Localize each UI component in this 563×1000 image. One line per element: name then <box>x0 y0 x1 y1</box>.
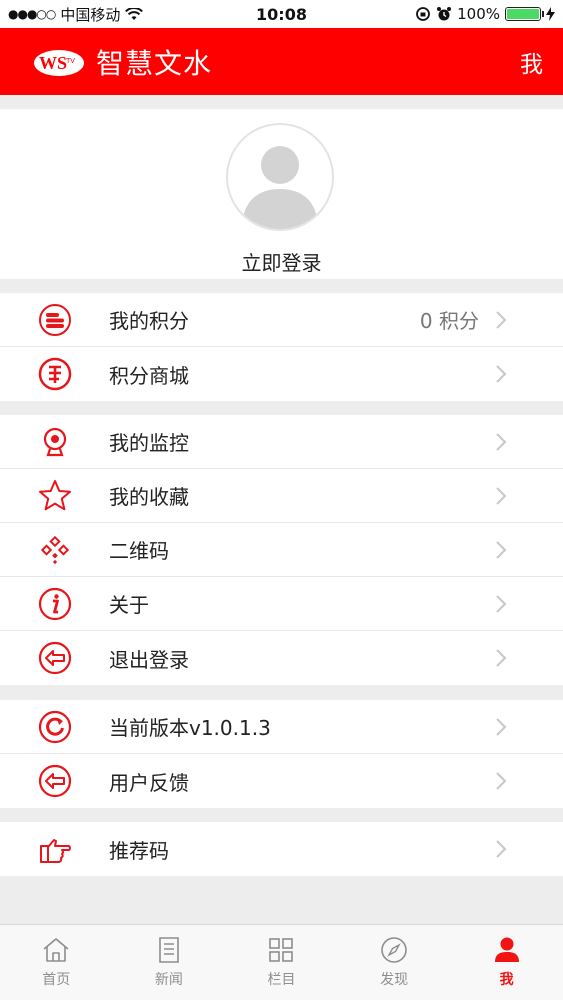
menu-item-label: 我的收藏 <box>109 485 189 509</box>
menu-item-current-version[interactable]: 当前版本v1.0.1.3 <box>0 700 563 754</box>
menu-item-label: 我的积分 <box>109 309 189 333</box>
grid-icon <box>269 938 294 962</box>
menu-item-my-favorites[interactable]: 我的收藏 <box>0 469 563 523</box>
feedback-icon <box>38 764 72 798</box>
menu-item-label: 退出登录 <box>109 647 189 672</box>
compass-icon <box>381 937 407 963</box>
rotation-lock-icon <box>416 7 431 21</box>
menu-item-about[interactable]: 关于 <box>0 577 563 631</box>
menu-item-referral-code[interactable]: 推荐码 <box>0 822 563 876</box>
svg-text:TV: TV <box>66 58 75 65</box>
qr-code-icon <box>40 535 70 564</box>
chevron-right-icon <box>496 717 507 736</box>
tab-label: 发现 <box>380 972 409 988</box>
chevron-right-icon <box>496 310 507 329</box>
points-mall-icon <box>38 357 72 391</box>
menu-item-qr-code[interactable]: 二维码 <box>0 523 563 577</box>
login-button[interactable]: 立即登录 <box>0 247 563 276</box>
status-bar: ●●●○○ 中国移动 10:08 100% <box>0 0 563 28</box>
webcam-icon <box>43 427 67 456</box>
chevron-right-icon <box>496 486 507 505</box>
status-right: 100% <box>415 5 555 23</box>
menu-item-my-points[interactable]: 我的积分 0 积分 <box>0 293 563 347</box>
menu-item-label: 用户反馈 <box>109 770 189 795</box>
status-left: ●●●○○ 中国移动 <box>8 4 144 25</box>
battery-percent: 100% <box>457 5 500 23</box>
chevron-right-icon <box>496 772 507 790</box>
carrier-label: 中国移动 <box>60 5 121 24</box>
charging-icon <box>546 7 555 21</box>
app-title: 智慧文水 <box>96 46 213 80</box>
menu-group-app: 当前版本v1.0.1.3 用户反馈 <box>0 700 563 808</box>
menu-item-label: 当前版本v1.0.1.3 <box>109 716 271 740</box>
refresh-icon <box>38 710 72 743</box>
avatar[interactable] <box>226 123 334 231</box>
chevron-right-icon <box>496 840 507 858</box>
points-value: 0 积分 <box>419 309 479 333</box>
header-me-label: 我 <box>520 51 543 78</box>
chevron-right-icon <box>496 365 507 383</box>
menu-item-label: 我的监控 <box>109 431 189 455</box>
menu-item-label: 二维码 <box>109 539 169 563</box>
bottom-tab-bar: 首页 新闻 栏目 发现 我 <box>0 924 563 1000</box>
chevron-right-icon <box>496 432 507 451</box>
home-icon <box>43 938 69 962</box>
chevron-right-icon <box>496 649 507 667</box>
logout-icon <box>38 641 72 675</box>
svg-text:WS: WS <box>39 53 67 73</box>
pointing-hand-icon <box>40 839 71 863</box>
menu-item-points-mall[interactable]: 积分商城 <box>0 347 563 401</box>
menu-group-points: 我的积分 0 积分 积分商城 <box>0 293 563 401</box>
chevron-right-icon <box>496 594 507 613</box>
chevron-right-icon <box>496 540 507 559</box>
star-icon <box>39 479 71 510</box>
tab-news[interactable]: 新闻 <box>113 925 226 1000</box>
alarm-icon <box>437 7 452 21</box>
menu-item-my-monitor[interactable]: 我的监控 <box>0 415 563 469</box>
wifi-icon <box>125 7 144 20</box>
menu-group-main: 我的监控 我的收藏 二维码 关于 退出登录 <box>0 415 563 685</box>
tab-label: 首页 <box>42 972 71 988</box>
app-logo: WS TV <box>34 49 84 76</box>
menu-item-label: 关于 <box>109 593 149 617</box>
tab-label: 我 <box>499 972 514 988</box>
menu-item-label: 推荐码 <box>109 838 169 863</box>
profile-section: 立即登录 <box>0 109 563 279</box>
info-icon <box>38 587 72 620</box>
battery-icon <box>505 7 544 21</box>
menu-item-logout[interactable]: 退出登录 <box>0 631 563 685</box>
battery-level <box>507 9 539 19</box>
default-avatar-icon <box>242 146 318 229</box>
tab-columns[interactable]: 栏目 <box>225 925 338 1000</box>
menu-item-label: 积分商城 <box>109 363 189 388</box>
tab-home[interactable]: 首页 <box>0 925 113 1000</box>
tab-label: 栏目 <box>267 972 296 988</box>
tab-me[interactable]: 我 <box>450 925 563 1000</box>
signal-strength-icon: ●●●○○ <box>8 7 56 21</box>
clock: 10:08 <box>256 4 307 24</box>
tab-discover[interactable]: 发现 <box>338 925 451 1000</box>
coins-icon <box>39 303 71 336</box>
tab-label: 新闻 <box>154 972 183 988</box>
news-icon <box>159 937 179 963</box>
person-icon <box>494 937 519 962</box>
menu-item-feedback[interactable]: 用户反馈 <box>0 754 563 808</box>
app-header: WS TV 智慧文水 我 <box>0 28 563 95</box>
menu-group-referral: 推荐码 <box>0 822 563 876</box>
